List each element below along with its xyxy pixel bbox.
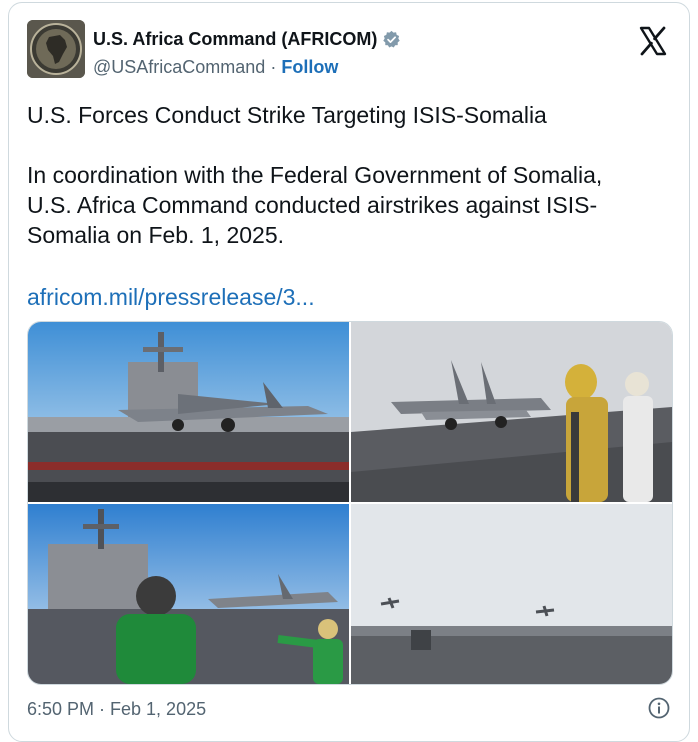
author-row: U.S. Africa Command (AFRICOM): [93, 29, 401, 50]
press-release-link[interactable]: africom.mil/pressrelease/3...: [27, 282, 315, 312]
media-photo-3[interactable]: [28, 504, 349, 684]
media-photo-4[interactable]: [351, 504, 672, 684]
separator-dot: ·: [265, 57, 282, 77]
x-logo-icon[interactable]: [637, 25, 669, 57]
media-photo-1[interactable]: [28, 322, 349, 502]
follow-button[interactable]: Follow: [281, 57, 338, 77]
author-name[interactable]: U.S. Africa Command (AFRICOM): [93, 29, 377, 50]
verified-badge-icon: [383, 30, 401, 48]
author-handle[interactable]: @USAfricaCommand: [93, 57, 265, 77]
tweet-card[interactable]: U.S. Africa Command (AFRICOM) @USAfricaC…: [8, 2, 690, 742]
tweet-body-line-3: Somalia on Feb. 1, 2025.: [27, 222, 284, 248]
tweet-body-line-2: U.S. Africa Command conducted airstrikes…: [27, 192, 598, 218]
info-icon[interactable]: [648, 697, 670, 719]
handle-row: @USAfricaCommand · Follow: [93, 57, 338, 78]
media-photo-2[interactable]: [351, 322, 672, 502]
media-grid: [27, 321, 673, 685]
tweet-headline: U.S. Forces Conduct Strike Targeting ISI…: [27, 102, 547, 128]
tweet-body-line-1: In coordination with the Federal Governm…: [27, 162, 603, 188]
tweet-timestamp[interactable]: 6:50 PM · Feb 1, 2025: [27, 699, 206, 720]
avatar[interactable]: [27, 20, 85, 78]
